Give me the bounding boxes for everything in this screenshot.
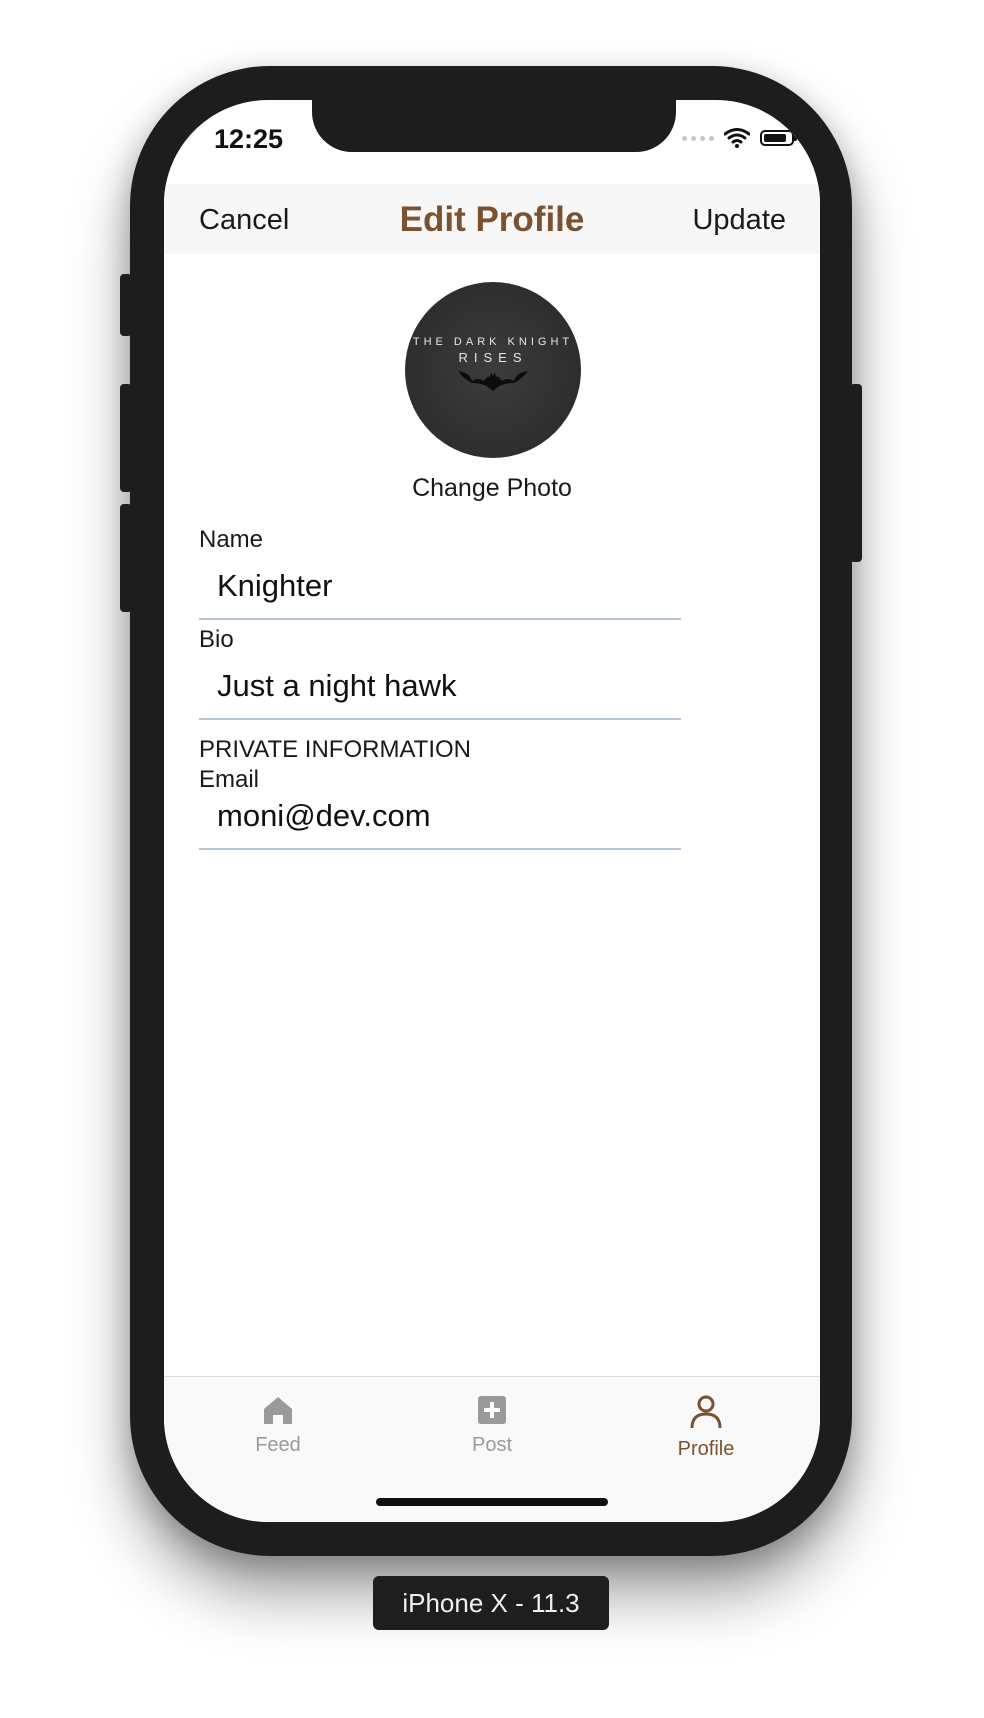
screen: 12:25 Cancel Edit Profile Update THE DAR… [164, 100, 820, 1522]
name-field[interactable]: Knighter [199, 560, 681, 620]
signal-icon [682, 135, 714, 141]
email-field[interactable]: moni@dev.com [199, 790, 681, 850]
power-button [850, 384, 862, 562]
bio-value: Just a night hawk [217, 668, 457, 703]
device-label: iPhone X - 11.3 [373, 1576, 609, 1630]
status-icons [682, 128, 797, 148]
volume-down-button [120, 504, 132, 612]
notch [312, 100, 676, 152]
avatar-text-line2: RISES [458, 349, 528, 365]
tab-feed-label: Feed [255, 1434, 301, 1456]
profile-icon [690, 1395, 722, 1429]
bat-logo-icon [458, 370, 528, 391]
tab-feed[interactable]: Feed [218, 1395, 338, 1457]
name-label: Name [199, 526, 264, 553]
name-value: Knighter [217, 568, 333, 603]
private-info-header: PRIVATE INFORMATION [199, 736, 472, 763]
avatar[interactable]: THE DARK KNIGHT RISES [405, 282, 581, 458]
bio-label: Bio [199, 626, 234, 653]
home-icon [264, 1397, 292, 1424]
tab-post-label: Post [471, 1434, 513, 1456]
change-photo-button[interactable]: Change Photo [164, 474, 820, 503]
email-value: moni@dev.com [217, 798, 431, 833]
bio-field[interactable]: Just a night hawk [199, 660, 681, 720]
navigation-bar: Cancel Edit Profile Update [164, 184, 820, 254]
tab-profile[interactable]: Profile [646, 1395, 766, 1461]
volume-up-button [120, 384, 132, 492]
add-post-icon [478, 1396, 506, 1424]
tab-post[interactable]: Post [432, 1395, 552, 1457]
tab-profile-label: Profile [677, 1438, 735, 1460]
wifi-icon [724, 128, 750, 148]
status-time: 12:25 [214, 124, 284, 154]
mute-switch [120, 274, 132, 336]
battery-icon [760, 130, 797, 146]
avatar-text-line1: THE DARK KNIGHT [412, 335, 574, 348]
home-indicator[interactable] [376, 1498, 608, 1506]
update-button[interactable]: Update [692, 204, 786, 237]
